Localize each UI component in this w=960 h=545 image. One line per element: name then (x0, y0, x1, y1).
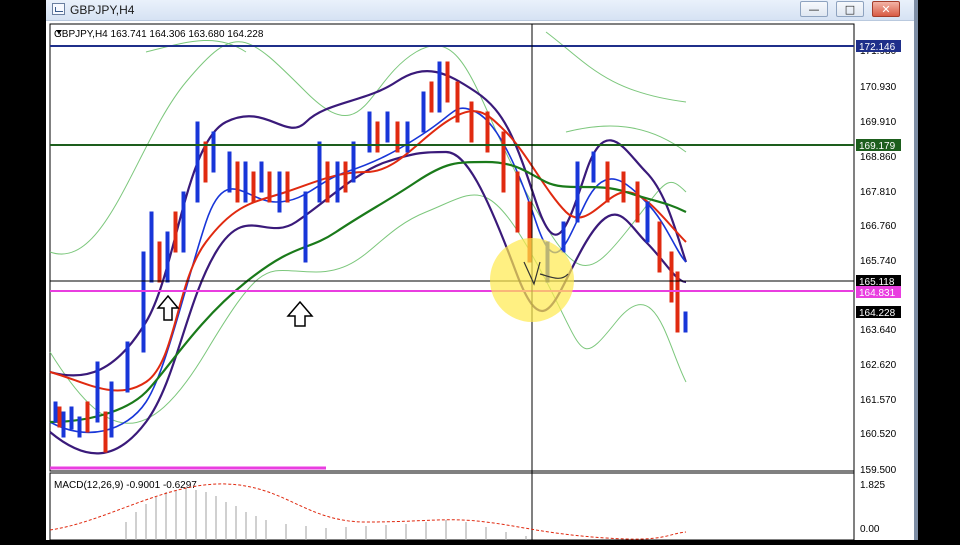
price-tick: 170.930 (860, 82, 897, 93)
window-title: GBPJPY,H4 (70, 3, 135, 17)
price-tag-164-831: 164.831 (859, 288, 896, 299)
price-chart-svg[interactable]: GBPJPY,H4 163.741 164.306 163.680 164.22… (46, 22, 914, 541)
macd-tick: 1.825 (860, 480, 885, 491)
chart-area[interactable]: GBPJPY,H4 163.741 164.306 163.680 164.22… (46, 22, 914, 541)
price-tick: 162.620 (860, 360, 897, 371)
macd-label: MACD(12,26,9) -0.9001 -0.6297 (54, 480, 197, 491)
macd-tick: 0.00 (860, 524, 880, 535)
window-border (914, 0, 918, 540)
mt4-chart-window: GBPJPY,H4 — □ ✕ GBPJPY,H4 163.741 164.30… (46, 0, 914, 541)
close-button[interactable]: ✕ (872, 1, 900, 17)
price-tick: 165.740 (860, 256, 897, 267)
price-tick: 159.500 (860, 465, 897, 476)
minimize-button[interactable]: — (800, 1, 828, 17)
price-tick: 168.860 (860, 152, 897, 163)
main-chart-frame (49, 23, 855, 472)
price-tick: 160.520 (860, 429, 897, 440)
window-titlebar: GBPJPY,H4 — □ ✕ (46, 0, 914, 21)
maximize-button[interactable]: □ (836, 1, 864, 17)
price-tag-169: 169.179 (859, 141, 896, 152)
price-axis: 171.980 170.930 169.910 168.860 167.810 … (860, 46, 897, 476)
price-tag-172: 172.146 (859, 42, 896, 53)
price-tick: 167.810 (860, 187, 897, 198)
chart-info-line: GBPJPY,H4 163.741 164.306 163.680 164.22… (54, 29, 264, 40)
chart-window-icon (52, 3, 65, 15)
price-tag-current: 164.228 (859, 308, 896, 319)
price-tick: 163.640 (860, 325, 897, 336)
price-tick: 169.910 (860, 117, 897, 128)
price-tick: 161.570 (860, 395, 897, 406)
price-tick: 166.760 (860, 221, 897, 232)
